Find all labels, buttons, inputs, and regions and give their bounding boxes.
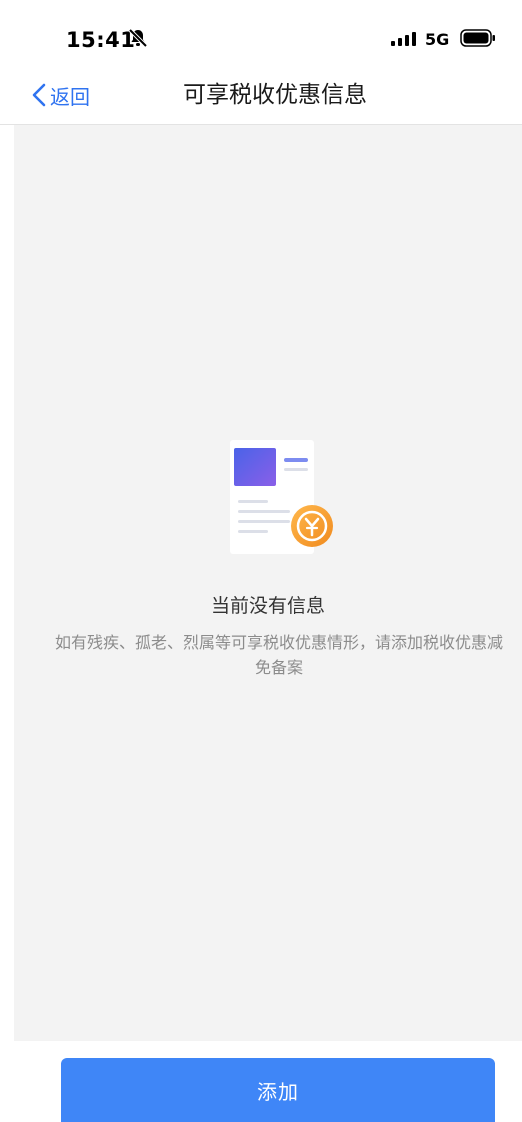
status-time: 15:41: [66, 28, 136, 52]
status-bar: 15:41 5G: [0, 0, 522, 70]
bell-muted-icon: [128, 28, 148, 48]
battery-icon: [460, 29, 495, 47]
network-label: 5G: [425, 30, 450, 49]
page-title: 可享税收优惠信息: [183, 82, 367, 108]
empty-content-area: 当前没有信息 如有残疾、孤老、烈属等可享税收优惠情形，请添加税收优惠减免备案: [14, 125, 522, 1041]
empty-title: 当前没有信息: [210, 595, 325, 617]
nav-bar: 返回 可享税收优惠信息: [0, 70, 522, 125]
document-yuan-icon: [230, 440, 333, 554]
add-button[interactable]: 添加: [61, 1058, 495, 1122]
add-button-label: 添加: [257, 1079, 299, 1104]
empty-description: 如有残疾、孤老、烈属等可享税收优惠情形，请添加税收优惠减免备案: [54, 633, 503, 677]
footer: 添加: [0, 1041, 522, 1122]
signal-icon: [391, 32, 416, 46]
